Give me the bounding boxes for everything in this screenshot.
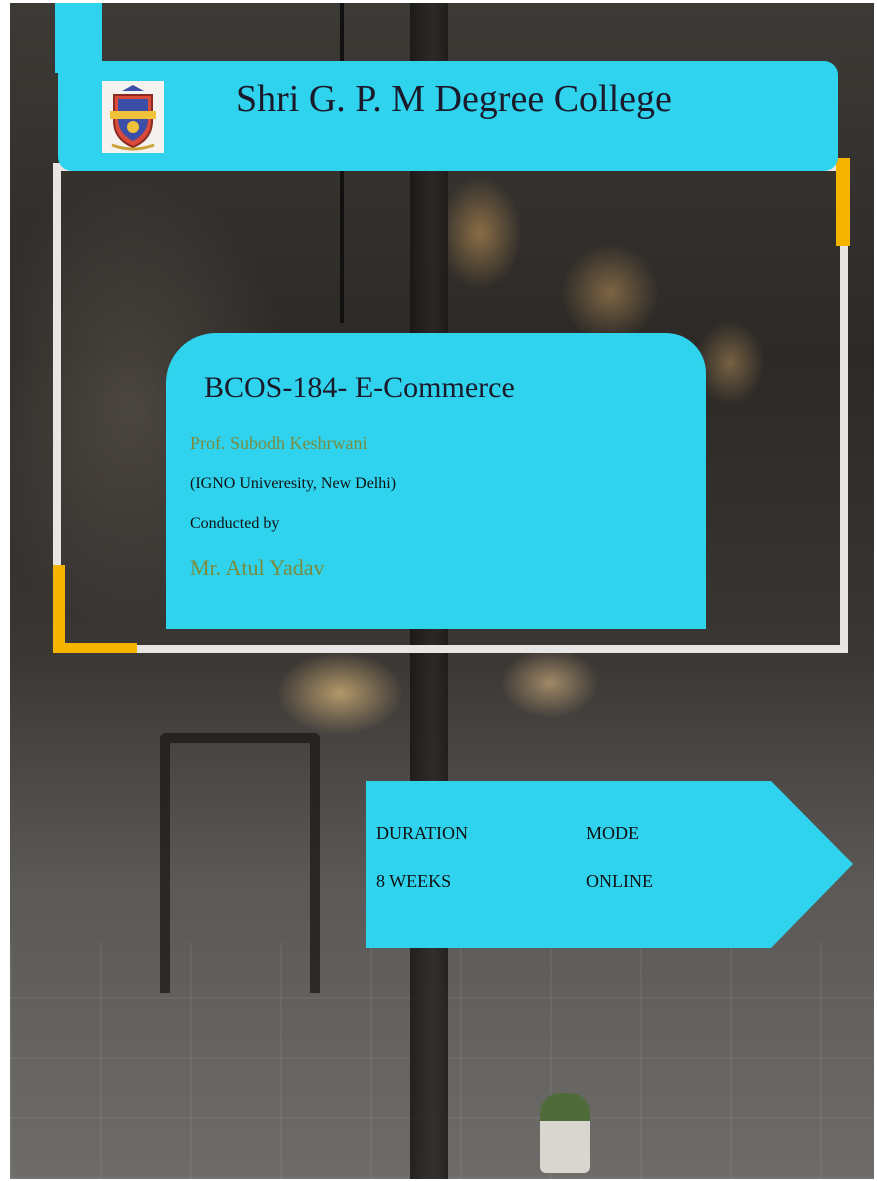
course-card: BCOS-184- E-Commerce Prof. Subodh Keshrw… (166, 333, 706, 629)
course-title: BCOS-184- E-Commerce (204, 371, 515, 404)
college-name: Shri G. P. M Degree College (236, 78, 672, 120)
professor-name: Prof. Subodh Keshrwani (190, 433, 368, 453)
arrow-shape (366, 781, 853, 948)
mode-value: ONLINE (586, 871, 653, 891)
duration-label: DURATION (376, 823, 468, 843)
duration-value: 8 WEEKS (376, 871, 452, 891)
poster-background: Shri G. P. M Degree College BCOS-184- E-… (10, 3, 874, 1179)
mode-label: MODE (586, 823, 639, 843)
university-name: (IGNO Univeresity, New Delhi) (190, 475, 397, 492)
course-info-arrow: DURATION MODE 8 WEEKS ONLINE (366, 781, 853, 948)
yellow-accent-right (836, 158, 850, 246)
yellow-accent-left (53, 565, 65, 653)
bar-stool (160, 733, 320, 993)
instructor-name: Mr. Atul Yadav (190, 555, 325, 580)
college-header: Shri G. P. M Degree College (58, 61, 838, 171)
college-crest-icon (102, 81, 164, 153)
yellow-accent-bottom (53, 643, 137, 653)
potted-plant (540, 1093, 590, 1173)
conducted-by-label: Conducted by (190, 515, 280, 532)
